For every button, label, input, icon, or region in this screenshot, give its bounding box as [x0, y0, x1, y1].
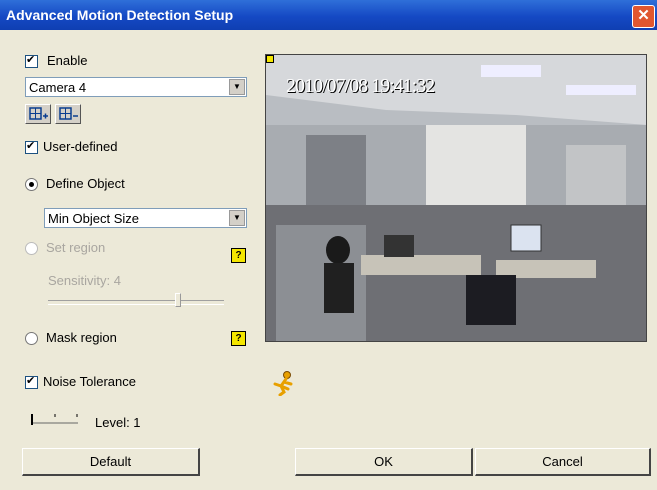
define-object-radio[interactable] [25, 178, 38, 191]
sensitivity-label: Sensitivity: 4 [48, 273, 121, 288]
camera-select-value: Camera 4 [29, 80, 87, 95]
define-object-label: Define Object [46, 176, 125, 191]
object-size-select[interactable]: Min Object Size ▼ [44, 208, 247, 228]
window-title: Advanced Motion Detection Setup [6, 7, 234, 23]
mask-region-radio[interactable] [25, 332, 38, 345]
add-grid-button[interactable] [25, 104, 51, 124]
level-slider[interactable] [30, 409, 80, 427]
noise-tolerance-checkbox[interactable] [25, 374, 38, 389]
noise-tolerance-label: Noise Tolerance [43, 374, 136, 389]
running-man-icon [270, 370, 296, 397]
level-label: Level: 1 [95, 415, 141, 430]
camera-preview[interactable]: 2010/07/08 19:41:32 [265, 54, 647, 342]
user-defined-label: User-defined [43, 139, 118, 154]
grid-add-icon [29, 107, 48, 120]
mask-region-label: Mask region [46, 330, 117, 345]
set-region-radio[interactable] [25, 242, 38, 255]
remove-grid-button[interactable] [55, 104, 81, 124]
chevron-down-icon[interactable]: ▼ [229, 210, 245, 226]
camera-select[interactable]: Camera 4 ▼ [25, 77, 247, 97]
office-scene-image [266, 55, 646, 341]
level-slider-graphic [31, 414, 78, 425]
object-size-value: Min Object Size [48, 211, 140, 226]
cancel-button[interactable]: Cancel [475, 448, 651, 476]
set-region-label: Set region [46, 240, 106, 255]
help-icon[interactable]: ? [231, 331, 246, 346]
preview-corner-marker [266, 55, 274, 63]
sensitivity-slider-thumb[interactable] [175, 293, 181, 307]
chevron-down-icon[interactable]: ▼ [229, 79, 245, 95]
video-timestamp: 2010/07/08 19:41:32 [286, 75, 435, 97]
help-icon[interactable]: ? [231, 248, 246, 263]
title-bar: Advanced Motion Detection Setup ✕ [0, 0, 657, 30]
close-button[interactable]: ✕ [632, 5, 655, 28]
grid-remove-icon [59, 107, 78, 120]
ok-button[interactable]: OK [295, 448, 473, 476]
enable-label: Enable [47, 53, 88, 68]
user-defined-checkbox[interactable] [25, 139, 38, 154]
default-button[interactable]: Default [22, 448, 200, 476]
sensitivity-slider-track[interactable] [48, 300, 224, 305]
enable-checkbox[interactable] [25, 53, 38, 68]
